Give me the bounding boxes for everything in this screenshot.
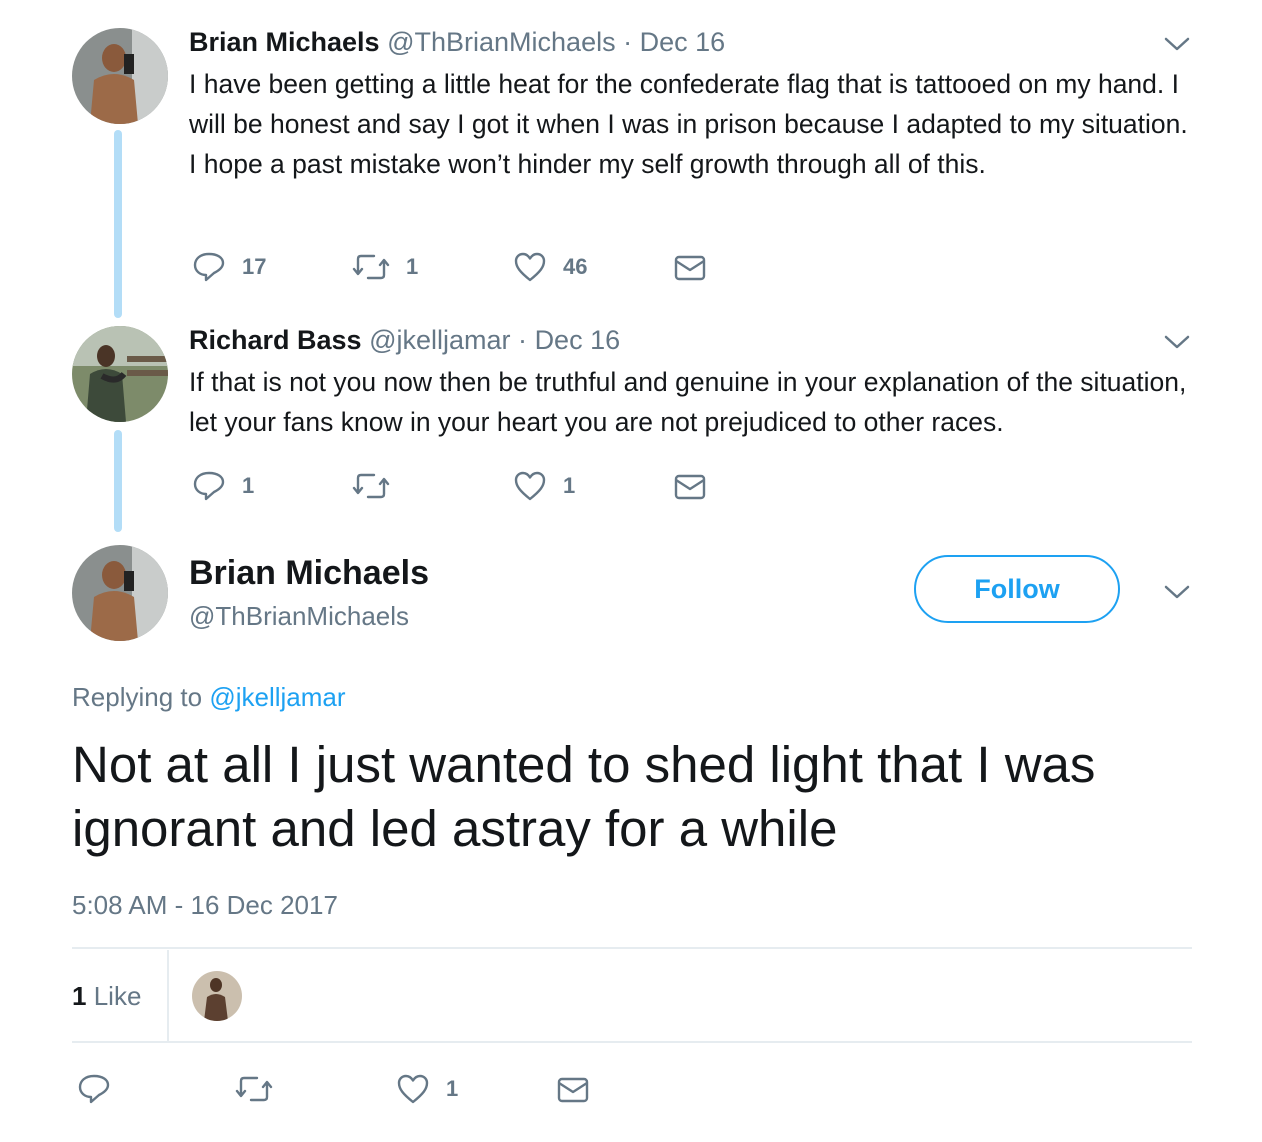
- retweet-icon: [352, 254, 390, 280]
- mention-link[interactable]: @jkelljamar: [209, 682, 345, 712]
- reply-icon: [193, 471, 225, 501]
- tweet-timestamp[interactable]: 5:08 AM - 16 Dec 2017: [72, 889, 338, 921]
- chevron-down-icon[interactable]: [1162, 582, 1192, 602]
- retweet-icon: [235, 1076, 273, 1102]
- envelope-icon: [557, 1077, 589, 1103]
- like-count: 1: [563, 473, 576, 498]
- retweet-button[interactable]: 1: [352, 250, 418, 284]
- avatar[interactable]: [72, 28, 168, 124]
- display-name[interactable]: Richard Bass: [189, 325, 362, 355]
- retweet-button[interactable]: [235, 1072, 289, 1106]
- like-button[interactable]: 1: [513, 469, 575, 503]
- reply-button[interactable]: [77, 1072, 127, 1106]
- thread-line-1: [114, 130, 122, 318]
- dm-button[interactable]: [673, 470, 707, 504]
- avatar[interactable]: [72, 326, 168, 422]
- retweet-button[interactable]: [352, 469, 406, 503]
- reply-button[interactable]: 17: [192, 250, 266, 284]
- display-name[interactable]: Brian Michaels: [189, 27, 380, 57]
- divider: [72, 947, 1192, 949]
- dm-button[interactable]: [556, 1073, 590, 1107]
- reply-icon: [78, 1074, 110, 1104]
- reply-count: 17: [242, 254, 267, 279]
- heart-icon: [514, 471, 546, 501]
- replying-to: Replying to @jkelljamar: [72, 681, 346, 713]
- divider: [72, 1041, 1192, 1043]
- handle[interactable]: @ThBrianMichaels: [387, 27, 616, 57]
- chevron-down-icon[interactable]: [1162, 332, 1192, 352]
- replying-prefix: Replying to: [72, 682, 203, 712]
- reply-button[interactable]: 1: [192, 469, 254, 503]
- handle[interactable]: @jkelljamar: [369, 325, 510, 355]
- stats-divider: [167, 950, 169, 1042]
- like-count: 1: [446, 1076, 459, 1101]
- thread-line-2: [114, 430, 122, 532]
- display-name[interactable]: Brian Michaels: [189, 553, 429, 593]
- like-count: 46: [563, 254, 588, 279]
- reply-icon: [193, 252, 225, 282]
- like-button[interactable]: 1: [396, 1072, 458, 1106]
- dot-separator: ·: [518, 325, 528, 355]
- tweet-text: Not at all I just wanted to shed light t…: [72, 736, 1096, 857]
- follow-button[interactable]: Follow: [914, 555, 1120, 623]
- heart-icon: [397, 1074, 429, 1104]
- tweet-date[interactable]: Dec 16: [535, 325, 621, 355]
- likes-count: 1: [72, 981, 87, 1011]
- like-button[interactable]: 46: [513, 250, 587, 284]
- tweet-text: If that is not you now then be truthful …: [189, 367, 1187, 437]
- chevron-down-icon[interactable]: [1162, 34, 1192, 54]
- dot-separator: ·: [623, 27, 633, 57]
- tweet-text: I have been getting a little heat for th…: [189, 69, 1188, 179]
- envelope-icon: [674, 255, 706, 281]
- dm-button[interactable]: [673, 251, 707, 285]
- likes-stat[interactable]: 1 Like: [72, 980, 141, 1012]
- likes-label: Like: [93, 981, 142, 1011]
- envelope-icon: [674, 474, 706, 500]
- tweet-date[interactable]: Dec 16: [640, 27, 726, 57]
- liker-avatar[interactable]: [192, 971, 242, 1021]
- retweet-icon: [352, 473, 390, 499]
- avatar[interactable]: [72, 545, 168, 641]
- handle[interactable]: @ThBrianMichaels: [189, 600, 409, 632]
- retweet-count: 1: [406, 254, 419, 279]
- heart-icon: [514, 252, 546, 282]
- reply-count: 1: [242, 473, 255, 498]
